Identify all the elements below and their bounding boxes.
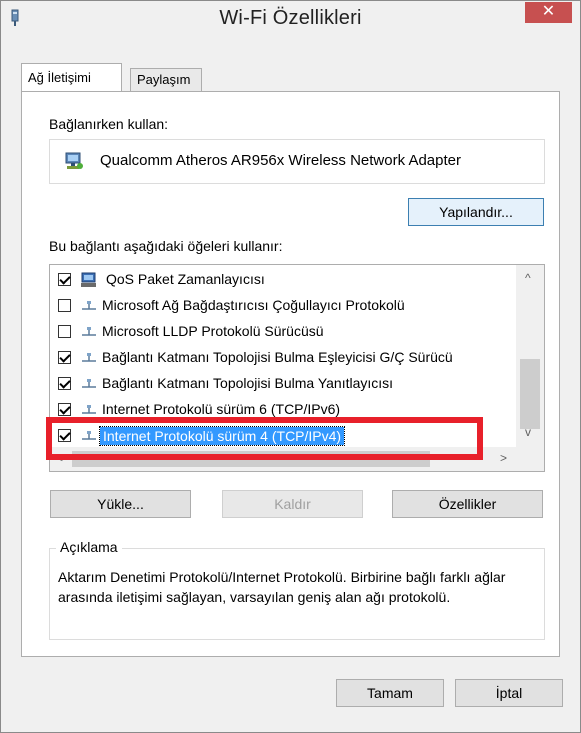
- configure-button[interactable]: Yapılandır...: [408, 198, 544, 226]
- protocol-icon: [82, 431, 96, 440]
- vertical-scroll-thumb[interactable]: [520, 359, 540, 429]
- tab-panel-networking: Bağlanırken kullan: Qualcomm Atheros AR9…: [21, 91, 560, 657]
- tab-sharing[interactable]: Paylaşım: [130, 68, 202, 91]
- description-legend: Açıklama: [56, 539, 122, 555]
- tab-networking[interactable]: Ağ İletişimi: [21, 63, 122, 91]
- item-label: Microsoft LLDP Protokolü Sürücüsü: [102, 323, 324, 339]
- connect-using-label: Bağlanırken kullan:: [49, 116, 169, 132]
- uninstall-button: Kaldır: [222, 490, 363, 518]
- item-label: Microsoft Ağ Bağdaştırıcısı Çoğullayıcı …: [102, 297, 405, 313]
- scroll-down-icon[interactable]: v: [525, 425, 531, 439]
- protocol-icon: [82, 405, 96, 414]
- wifi-properties-dialog: Wi-Fi Özellikleri ✕ Ağ İletişimi Paylaşı…: [0, 0, 581, 733]
- protocol-icon: [82, 379, 96, 388]
- adapter-name: Qualcomm Atheros AR956x Wireless Network…: [100, 152, 461, 169]
- horizontal-scroll-thumb[interactable]: [72, 451, 430, 467]
- qos-icon: [81, 272, 96, 287]
- list-item[interactable]: Microsoft Ağ Bağdaştırıcısı Çoğullayıcı …: [50, 294, 518, 320]
- close-icon: ✕: [541, 3, 556, 20]
- scroll-left-icon[interactable]: <: [56, 451, 63, 465]
- item-label: QoS Paket Zamanlayıcısı: [106, 271, 265, 287]
- component-list[interactable]: QoS Paket Zamanlayıcısı Microsoft Ağ Bağ…: [49, 264, 545, 472]
- item-label: Internet Protokolü sürüm 6 (TCP/IPv6): [102, 401, 341, 417]
- network-adapter-icon: [65, 152, 83, 169]
- adapter-box: Qualcomm Atheros AR956x Wireless Network…: [49, 139, 545, 184]
- properties-button[interactable]: Özellikler: [392, 490, 543, 518]
- item-checkbox[interactable]: [58, 403, 71, 416]
- horizontal-scrollbar[interactable]: < >: [50, 447, 544, 471]
- protocol-icon: [82, 353, 96, 362]
- list-item[interactable]: QoS Paket Zamanlayıcısı: [50, 268, 518, 294]
- item-checkbox[interactable]: [58, 325, 71, 338]
- description-group: Açıklama Aktarım Denetimi Protokolü/Inte…: [49, 539, 545, 640]
- description-text: Aktarım Denetimi Protokolü/Internet Prot…: [58, 569, 506, 605]
- scroll-up-icon[interactable]: ^: [525, 271, 531, 285]
- item-checkbox[interactable]: [58, 273, 71, 286]
- list-item[interactable]: Microsoft LLDP Protokolü Sürücüsü: [50, 320, 518, 346]
- item-label: Internet Protokolü sürüm 4 (TCP/IPv4): [98, 426, 346, 446]
- close-button[interactable]: ✕: [525, 2, 572, 23]
- install-button[interactable]: Yükle...: [50, 490, 191, 518]
- item-checkbox[interactable]: [58, 429, 71, 442]
- list-item[interactable]: Bağlantı Katmanı Topolojisi Bulma Yanıtl…: [50, 372, 518, 398]
- protocol-icon: [82, 301, 96, 310]
- item-label: Bağlantı Katmanı Topolojisi Bulma Eşleyi…: [102, 349, 453, 365]
- vertical-scrollbar[interactable]: ^ v: [516, 265, 544, 447]
- list-item[interactable]: Bağlantı Katmanı Topolojisi Bulma Eşleyi…: [50, 346, 518, 372]
- list-item[interactable]: Internet Protokolü sürüm 6 (TCP/IPv6): [50, 398, 518, 424]
- ok-button[interactable]: Tamam: [336, 679, 444, 707]
- item-checkbox[interactable]: [58, 299, 71, 312]
- items-label: Bu bağlantı aşağıdaki öğeleri kullanır:: [49, 238, 283, 254]
- window-title: Wi-Fi Özellikleri: [219, 7, 362, 29]
- item-label: Bağlantı Katmanı Topolojisi Bulma Yanıtl…: [102, 375, 394, 391]
- item-checkbox[interactable]: [58, 377, 71, 390]
- item-checkbox[interactable]: [58, 351, 71, 364]
- cancel-button[interactable]: İptal: [455, 679, 563, 707]
- protocol-icon: [82, 327, 96, 336]
- title-bar[interactable]: Wi-Fi Özellikleri ✕: [1, 1, 580, 35]
- scroll-right-icon[interactable]: >: [500, 451, 507, 465]
